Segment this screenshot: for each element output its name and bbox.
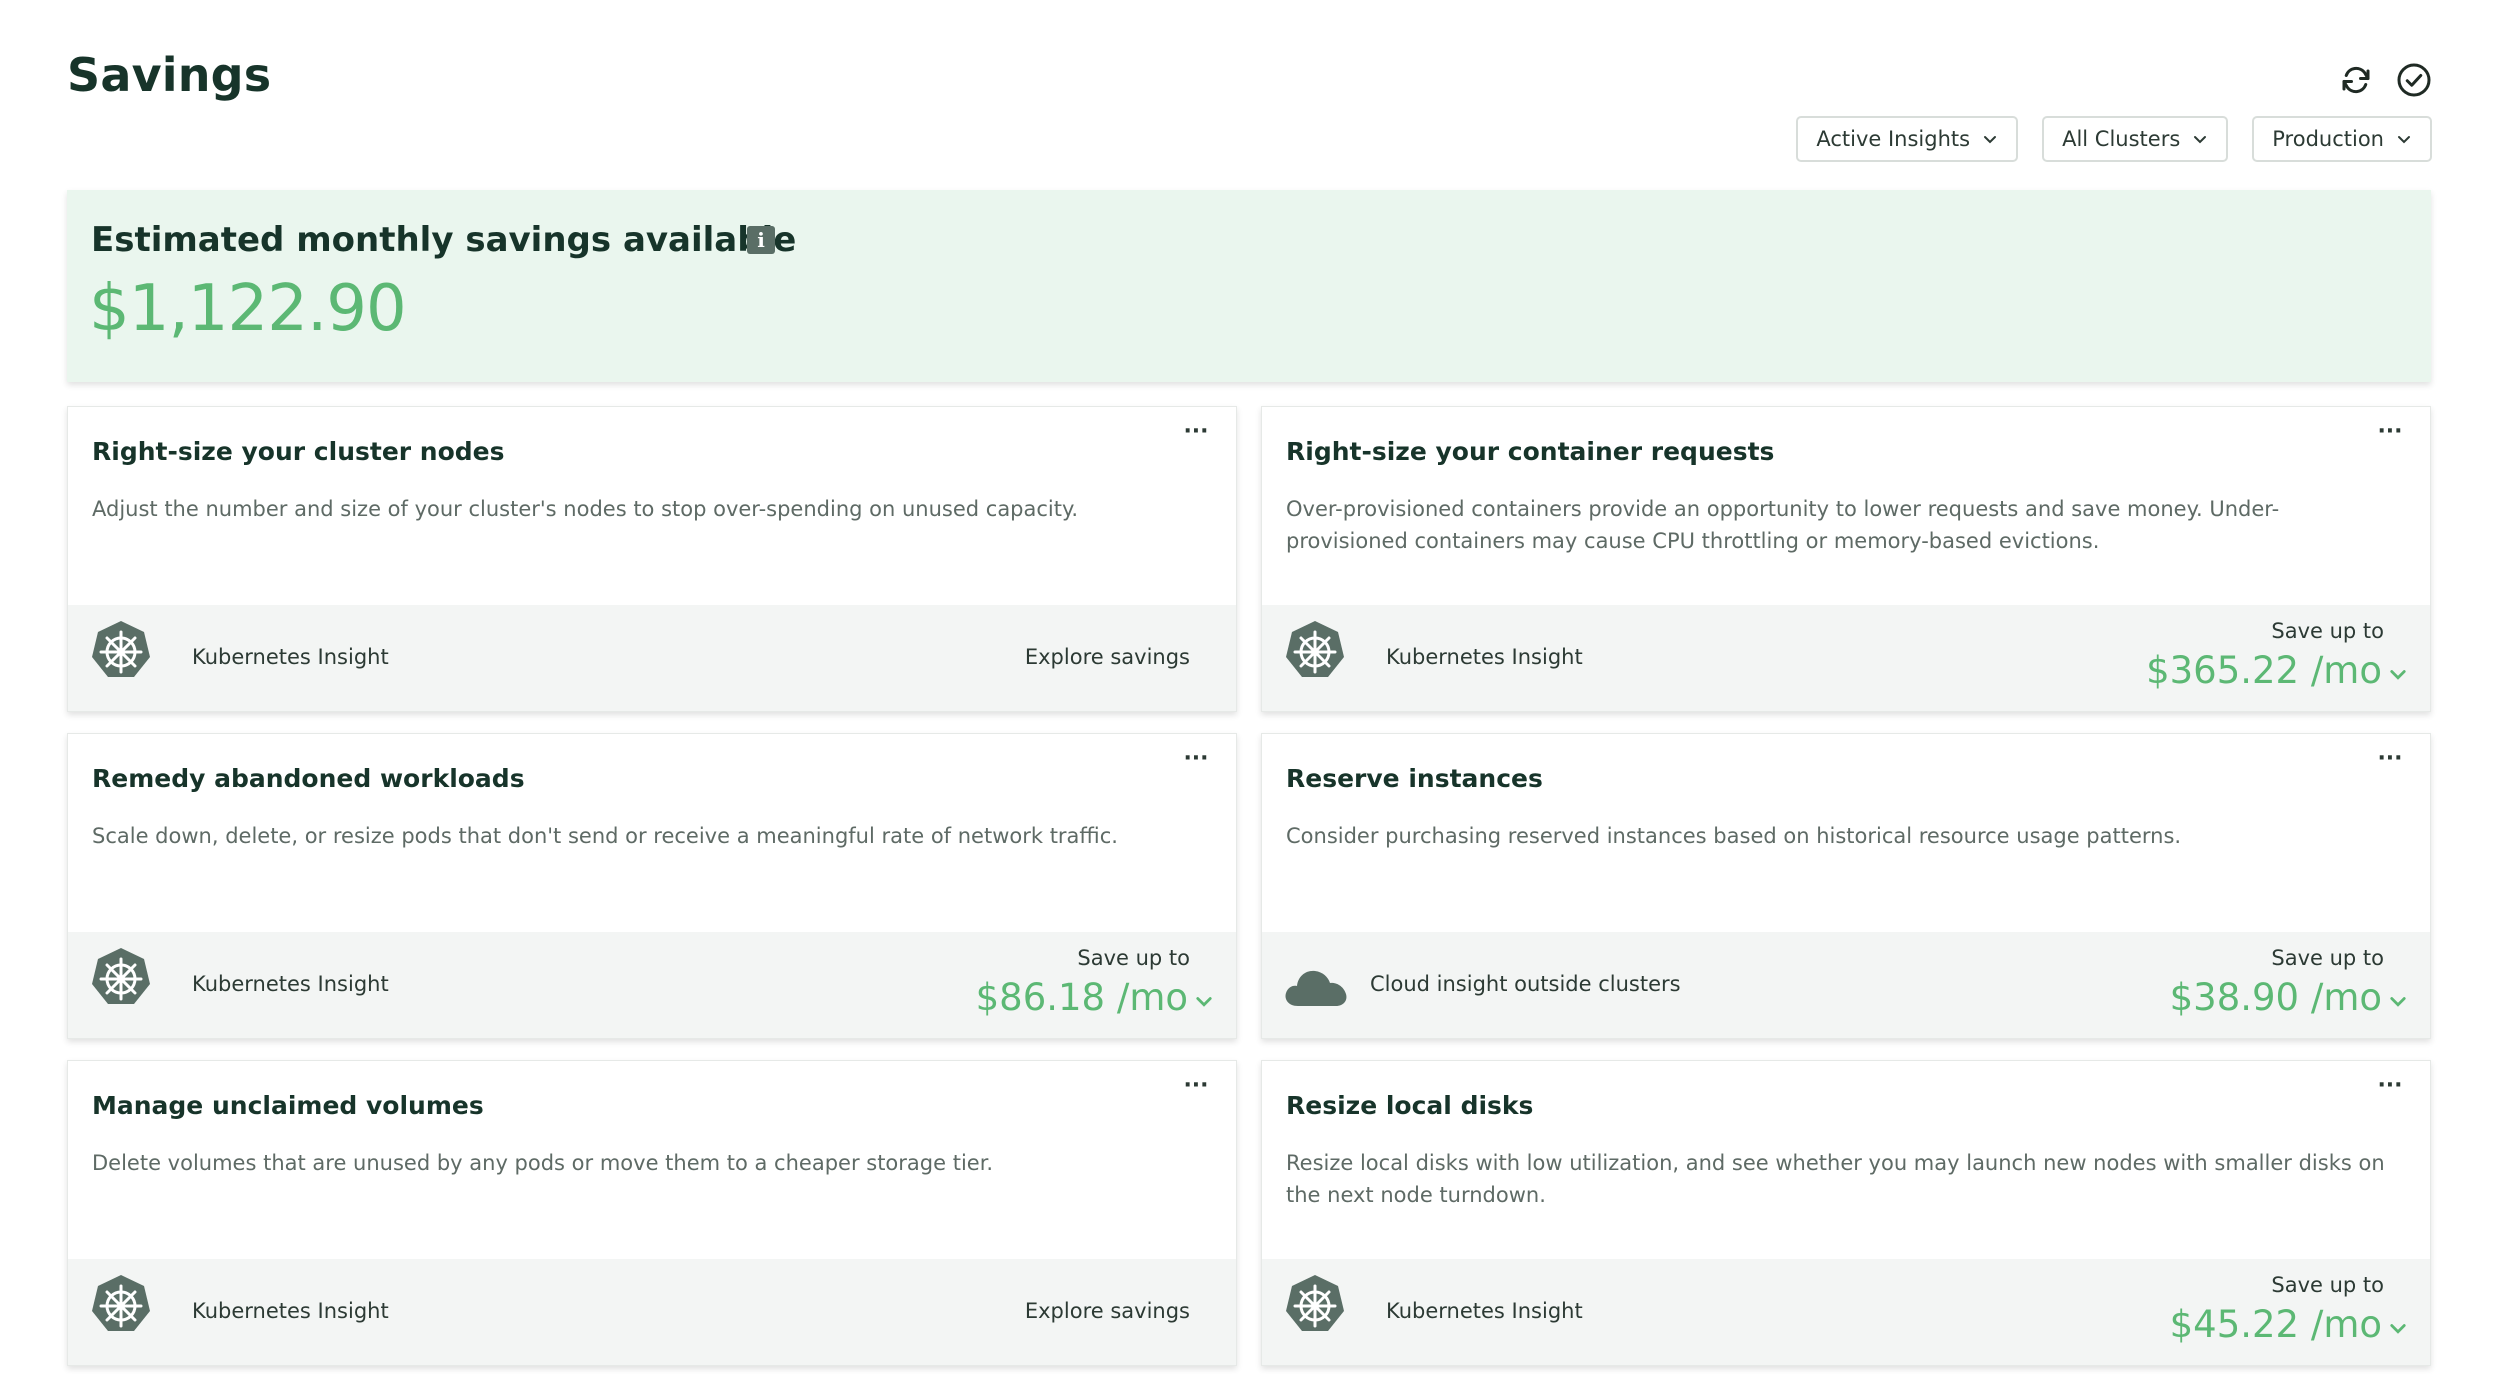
save-up-to-label: Save up to (1077, 946, 1190, 970)
save-amount-dropdown[interactable]: $38.90 /mo (2170, 976, 2408, 1019)
save-amount-dropdown[interactable]: $45.22 /mo (2170, 1303, 2408, 1346)
filter-insights-label: Active Insights (1816, 127, 1971, 151)
check-circle-icon[interactable] (2396, 62, 2432, 98)
kubernetes-icon (90, 619, 152, 679)
save-up-to-label: Save up to (2271, 946, 2384, 970)
banner-title: Estimated monthly savings available (91, 220, 797, 260)
save-up-to-label: Save up to (2271, 619, 2384, 643)
more-options-icon[interactable]: ··· (1178, 1075, 1214, 1103)
card-footer: Kubernetes Insight Save up to $86.18 /mo (68, 932, 1236, 1038)
chevron-down-icon (2390, 1323, 2406, 1334)
save-amount-value: $86.18 /mo (975, 976, 1188, 1019)
savings-summary-banner: Estimated monthly savings available i $1… (67, 190, 2431, 382)
save-amount-value: $38.90 /mo (2169, 976, 2382, 1019)
more-options-icon[interactable]: ··· (1178, 748, 1214, 776)
explore-savings-link[interactable]: Explore savings (1025, 645, 1190, 669)
card-description: Resize local disks with low utilization,… (1286, 1151, 2385, 1207)
kubernetes-icon (1284, 1273, 1346, 1333)
save-up-to-label: Save up to (2271, 1273, 2384, 1297)
insight-source: Kubernetes Insight (192, 645, 389, 669)
filter-environment-dropdown[interactable]: Production (2252, 116, 2432, 162)
chevron-down-icon (1984, 136, 1997, 144)
save-amount-value: $365.22 /mo (2146, 649, 2382, 692)
more-options-icon[interactable]: ··· (2372, 748, 2408, 776)
filter-clusters-dropdown[interactable]: All Clusters (2042, 116, 2229, 162)
chevron-down-icon (2390, 996, 2406, 1007)
total-savings-amount: $1,122.90 (89, 272, 407, 346)
card-title: Resize local disks (1286, 1091, 1534, 1120)
insight-card-cluster-nodes[interactable]: Right-size your cluster nodes ··· Adjust… (67, 406, 1237, 712)
card-description: Over-provisioned containers provide an o… (1286, 497, 2280, 553)
card-footer: Cloud insight outside clusters Save up t… (1262, 932, 2430, 1038)
more-options-icon[interactable]: ··· (2372, 421, 2408, 449)
card-title: Manage unclaimed volumes (92, 1091, 484, 1120)
card-title: Remedy abandoned workloads (92, 764, 525, 793)
chevron-down-icon (2390, 669, 2406, 680)
more-options-icon[interactable]: ··· (2372, 1075, 2408, 1103)
card-title: Reserve instances (1286, 764, 1543, 793)
card-description: Adjust the number and size of your clust… (92, 497, 1079, 521)
kubernetes-icon (1284, 619, 1346, 679)
card-footer: Kubernetes Insight Save up to $45.22 /mo (1262, 1259, 2430, 1365)
kubernetes-icon (90, 946, 152, 1006)
card-footer: Kubernetes Insight Explore savings (68, 605, 1236, 711)
card-footer: Kubernetes Insight Explore savings (68, 1259, 1236, 1365)
chevron-down-icon (2398, 136, 2410, 144)
insight-source: Kubernetes Insight (1386, 645, 1583, 669)
filter-environment-label: Production (2272, 127, 2384, 151)
card-footer: Kubernetes Insight Save up to $365.22 /m… (1262, 605, 2430, 711)
cloud-icon (1285, 970, 1347, 1006)
insight-card-reserve-instances[interactable]: Reserve instances ··· Consider purchasin… (1261, 733, 2431, 1039)
save-amount-dropdown[interactable]: $365.22 /mo (2146, 649, 2408, 692)
page-title: Savings (67, 48, 272, 102)
insight-source: Cloud insight outside clusters (1370, 972, 1681, 996)
filter-insights-dropdown[interactable]: Active Insights (1796, 116, 2019, 162)
save-amount-dropdown[interactable]: $86.18 /mo (976, 976, 1214, 1019)
kubernetes-icon (90, 1273, 152, 1333)
header-actions (2338, 62, 2432, 98)
insight-card-local-disks[interactable]: Resize local disks ··· Resize local disk… (1261, 1060, 2431, 1366)
refresh-icon[interactable] (2338, 62, 2374, 98)
save-amount-value: $45.22 /mo (2169, 1303, 2382, 1346)
insight-card-container-requests[interactable]: Right-size your container requests ··· O… (1261, 406, 2431, 712)
card-description: Consider purchasing reserved instances b… (1286, 824, 2182, 848)
card-title: Right-size your container requests (1286, 437, 1775, 466)
chevron-down-icon (1196, 996, 1212, 1007)
card-description: Scale down, delete, or resize pods that … (92, 824, 1118, 848)
filter-clusters-label: All Clusters (2062, 127, 2181, 151)
card-description: Delete volumes that are unused by any po… (92, 1151, 994, 1175)
insight-source: Kubernetes Insight (192, 972, 389, 996)
chevron-down-icon (2194, 136, 2207, 144)
info-icon[interactable]: i (747, 226, 775, 254)
filter-bar: Active Insights All Clusters Production (1796, 116, 2432, 162)
insight-card-abandoned-workloads[interactable]: Remedy abandoned workloads ··· Scale dow… (67, 733, 1237, 1039)
more-options-icon[interactable]: ··· (1178, 421, 1214, 449)
card-title: Right-size your cluster nodes (92, 437, 505, 466)
insight-card-unclaimed-volumes[interactable]: Manage unclaimed volumes ··· Delete volu… (67, 1060, 1237, 1366)
insight-source: Kubernetes Insight (1386, 1299, 1583, 1323)
explore-savings-link[interactable]: Explore savings (1025, 1299, 1190, 1323)
insight-source: Kubernetes Insight (192, 1299, 389, 1323)
